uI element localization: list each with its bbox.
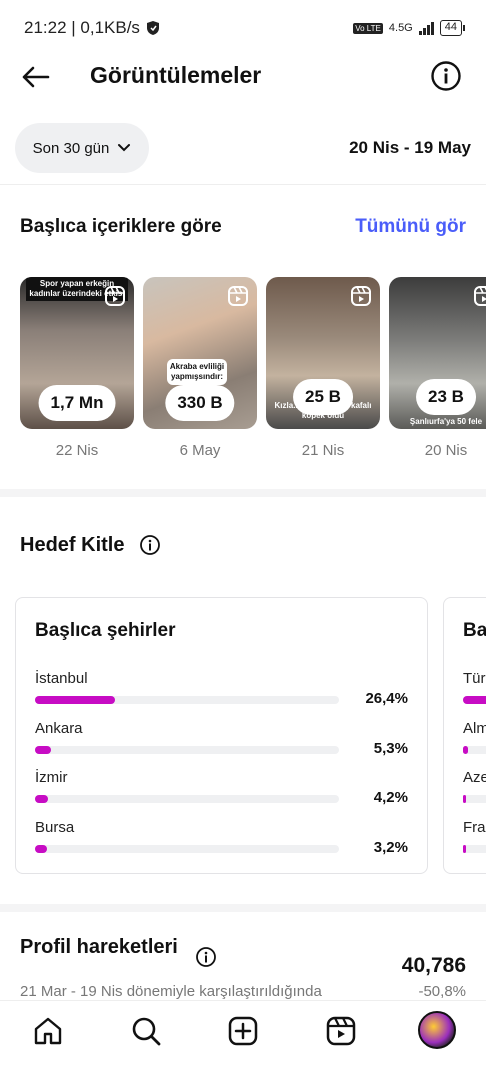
city-percent: 26,4% (365, 690, 408, 707)
card-title: Ba (463, 620, 486, 641)
reel-icon (105, 286, 125, 306)
battery-icon: 44 (439, 20, 466, 36)
bar-track (463, 845, 486, 853)
header: Görüntülemeler (0, 56, 486, 100)
network-type: 4.5G (388, 22, 413, 34)
reels-icon[interactable] (325, 1015, 357, 1047)
chevron-down-icon (118, 144, 131, 152)
bar-fill (35, 795, 48, 803)
period-dropdown[interactable]: Son 30 gün (15, 123, 149, 173)
see-all-link[interactable]: Tümünü gör (355, 216, 466, 238)
bar-track (463, 746, 486, 754)
profile-activity-value: 40,786 (401, 954, 466, 977)
bar-fill (35, 746, 52, 754)
content-thumbnail[interactable]: Akraba evliliği yapmışsındır: 330 B (143, 277, 257, 429)
country-row: Alm (463, 720, 486, 760)
city-percent: 3,2% (373, 839, 408, 856)
thumbnail-caption: Akraba evliliği yapmışsındır: (167, 359, 227, 385)
bar-fill (463, 746, 468, 754)
bar-fill (35, 696, 116, 704)
bar-track (463, 795, 486, 803)
bar-track (35, 795, 339, 803)
country-name: Aze (463, 769, 486, 786)
reel-icon (228, 286, 248, 306)
views-badge: 23 B (416, 379, 476, 415)
status-bar: 21:22 | 0,1KB/s Vo LTE 4.5G 44 (0, 0, 486, 56)
views-badge: 1,7 Mn (38, 385, 116, 421)
top-countries-card: Ba Türk Alm Aze Fran (443, 597, 486, 874)
create-icon[interactable] (227, 1015, 259, 1047)
bar-track (463, 696, 486, 704)
content-thumbnail[interactable]: Spor yapan erkeğin kadınlar üzerindeki e… (20, 277, 134, 429)
info-icon[interactable] (139, 534, 161, 556)
date-range: 20 Nis - 19 May (349, 138, 471, 157)
reel-icon (474, 286, 486, 306)
content-date: 6 May (179, 442, 221, 459)
country-name: Fran (463, 819, 486, 836)
bar-fill (463, 696, 486, 704)
section-divider (0, 904, 486, 912)
volte-badge: Vo LTE (353, 22, 383, 34)
home-icon[interactable] (32, 1015, 64, 1047)
section-divider (0, 489, 486, 497)
divider (0, 184, 486, 185)
status-right: Vo LTE 4.5G 44 (353, 20, 466, 36)
country-row: Türk (463, 670, 486, 710)
profile-activity-title: Profil hareketleri (20, 936, 178, 958)
top-cities-card: Başlıca şehirler İstanbul 26,4% Ankara 5… (15, 597, 428, 874)
city-name: Bursa (35, 819, 75, 836)
city-row: İstanbul 26,4% (35, 670, 425, 710)
period-label: Son 30 gün (32, 139, 110, 157)
profile-avatar[interactable] (418, 1011, 456, 1049)
bar-track (35, 746, 339, 754)
content-thumbnail[interactable]: Kızla... fotoğ... ayak kafalı köpek oldu… (266, 277, 380, 429)
back-arrow-icon[interactable] (20, 62, 50, 92)
reel-icon (351, 286, 371, 306)
city-row: Bursa 3,2% (35, 819, 425, 859)
bar-track (35, 696, 339, 704)
content-date: 22 Nis (55, 442, 99, 459)
content-date: 20 Nis (424, 442, 468, 459)
top-content-title: Başlıca içeriklere göre (20, 216, 222, 237)
shield-icon (146, 21, 159, 35)
country-row: Fran (463, 819, 486, 859)
comparison-text: 21 Mar - 19 Nis dönemiyle karşılaştırıld… (20, 983, 322, 1000)
content-thumbnail[interactable]: Şanlıurfa'ya 50 fele 23 B (389, 277, 486, 429)
info-icon[interactable] (195, 946, 217, 968)
status-left: 21:22 | 0,1KB/s (24, 18, 160, 38)
content-date: 21 Nis (301, 442, 345, 459)
country-name: Alm (463, 720, 486, 737)
city-percent: 5,3% (373, 740, 408, 757)
country-row: Aze (463, 769, 486, 809)
country-name: Türk (463, 670, 486, 687)
info-icon[interactable] (430, 60, 462, 92)
audience-title: Hedef Kitle (20, 534, 125, 556)
bar-fill (463, 795, 467, 803)
views-badge: 25 B (293, 379, 353, 415)
city-name: Ankara (35, 720, 83, 737)
views-badge: 330 B (165, 385, 235, 421)
bar-fill (463, 845, 467, 853)
city-name: İzmir (35, 769, 68, 786)
change-percent: -50,8% (418, 983, 466, 1000)
city-row: İzmir 4,2% (35, 769, 425, 809)
signal-icon (418, 21, 434, 35)
bar-fill (35, 845, 48, 853)
thumbnail-caption: Şanlıurfa'ya 50 fele (409, 417, 483, 426)
top-content-list: Spor yapan erkeğin kadınlar üzerindeki e… (20, 277, 486, 467)
card-title: Başlıca şehirler (35, 620, 176, 641)
bar-track (35, 845, 339, 853)
search-icon[interactable] (130, 1015, 162, 1047)
city-row: Ankara 5,3% (35, 720, 425, 760)
bottom-nav (0, 1000, 486, 1080)
page-title: Görüntülemeler (90, 62, 262, 88)
city-percent: 4,2% (373, 789, 408, 806)
status-time-speed: 21:22 | 0,1KB/s (24, 18, 140, 37)
city-name: İstanbul (35, 670, 88, 687)
